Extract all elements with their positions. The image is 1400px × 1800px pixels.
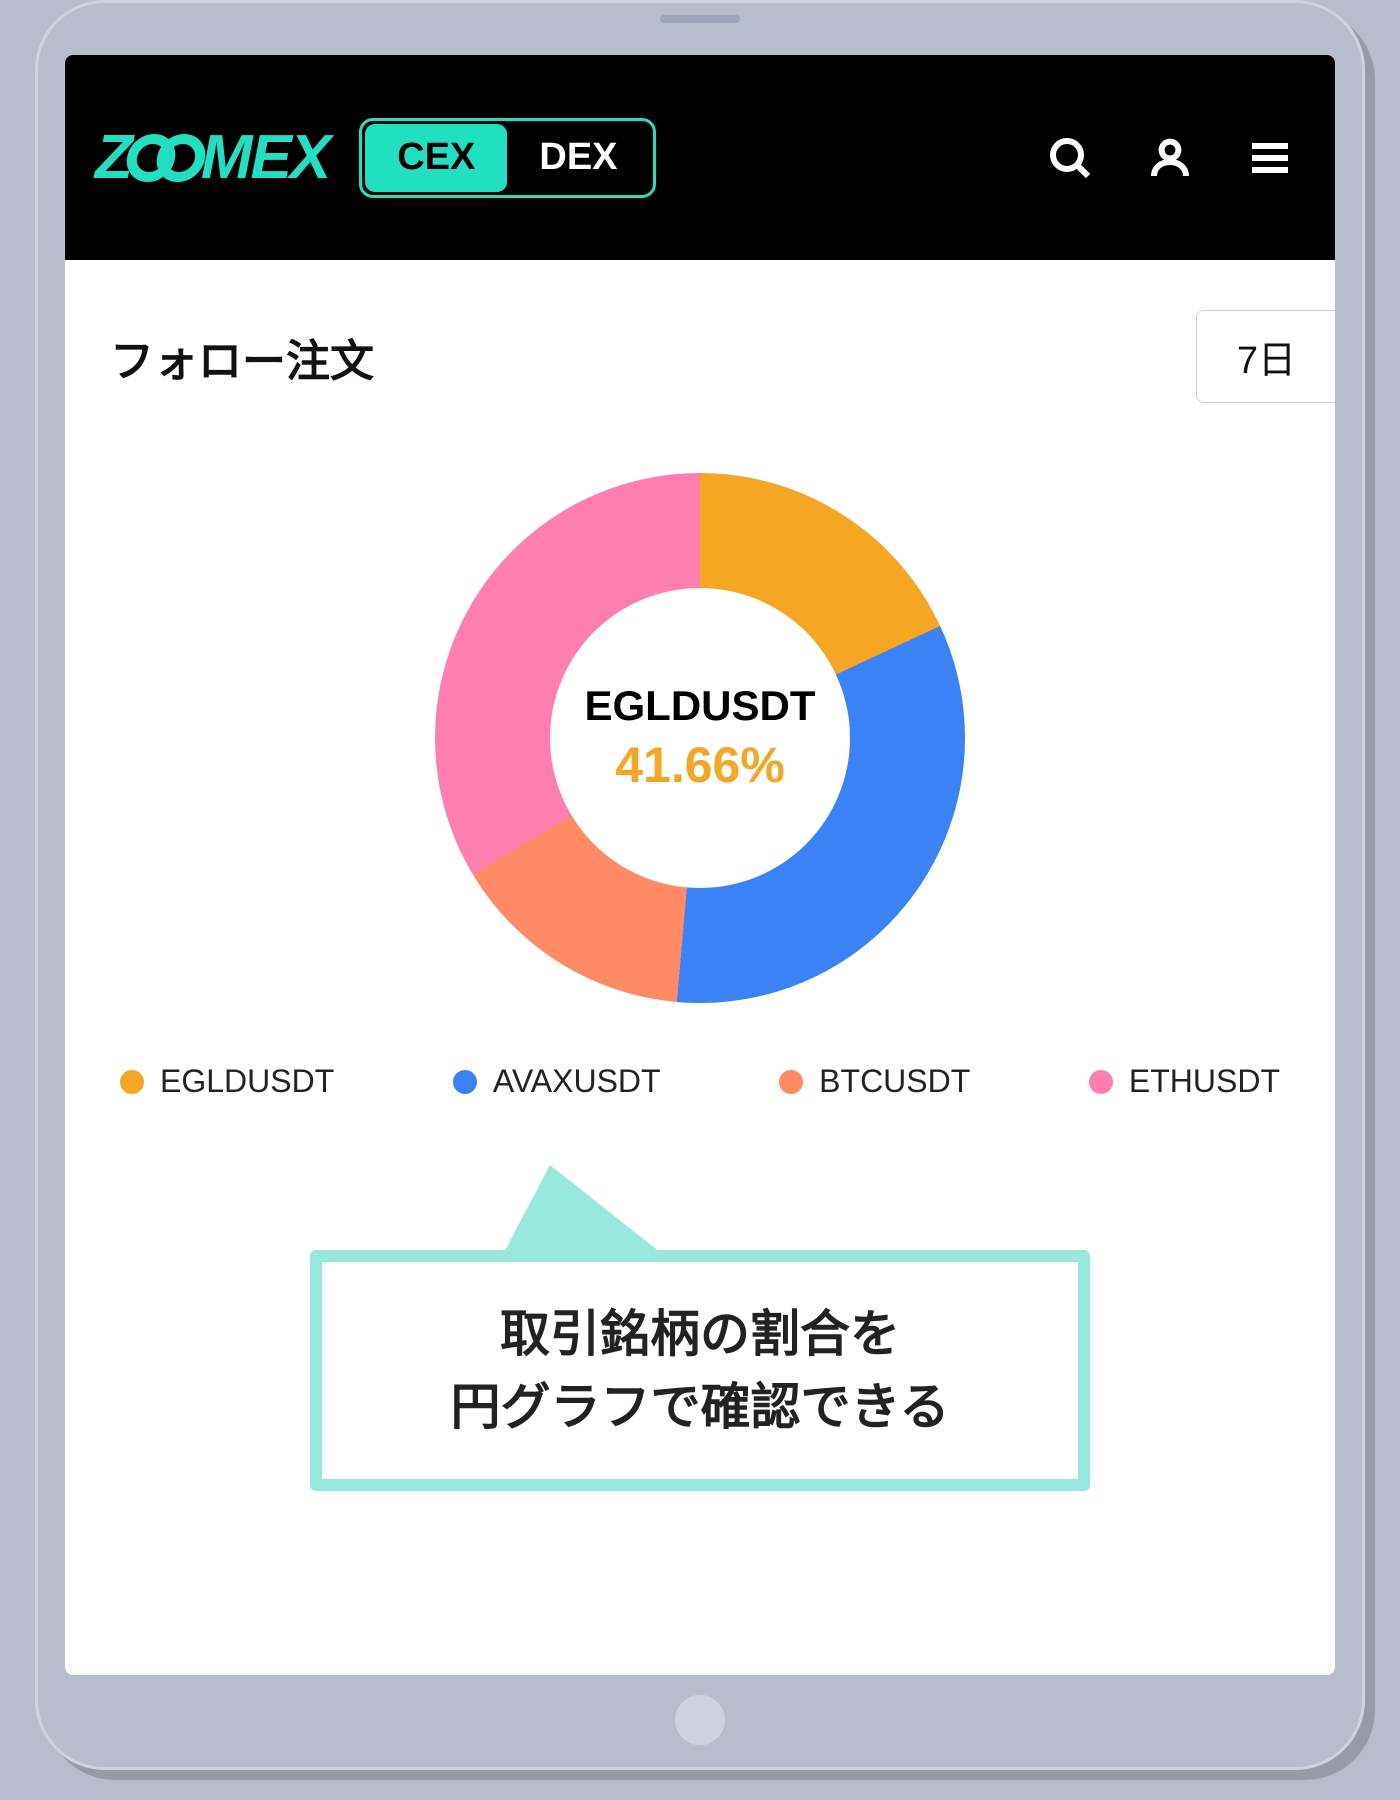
section-title: フォロー注文 xyxy=(110,325,374,389)
menu-icon[interactable] xyxy=(1235,123,1305,193)
toggle-dex[interactable]: DEX xyxy=(507,124,649,192)
brand-logo[interactable]: Z MEX xyxy=(95,122,329,193)
legend-label: BTCUSDT xyxy=(819,1063,970,1100)
annotation-callout: 取引銘柄の割合を 円グラフで確認できる xyxy=(310,1250,1090,1491)
allocation-donut-chart: EGLDUSDT 41.66% xyxy=(435,473,965,1003)
section-header: フォロー注文 7日 xyxy=(110,310,1290,403)
logo-oo-icon xyxy=(127,134,205,182)
date-range-selector[interactable]: 7日 xyxy=(1196,310,1335,403)
legend-item: AVAXUSDT xyxy=(453,1063,661,1100)
search-icon[interactable] xyxy=(1035,123,1105,193)
callout-line2: 円グラフで確認できる xyxy=(451,1379,950,1435)
app-header: Z MEX CEX DEX xyxy=(65,55,1335,260)
exchange-toggle[interactable]: CEX DEX xyxy=(359,118,655,198)
legend-item: BTCUSDT xyxy=(779,1063,970,1100)
legend-dot-icon xyxy=(120,1070,144,1094)
legend-label: EGLDUSDT xyxy=(160,1063,334,1100)
legend-item: EGLDUSDT xyxy=(120,1063,334,1100)
tablet-frame: Z MEX CEX DEX フォロー注文 7日 xyxy=(35,0,1365,1770)
callout-text: 取引銘柄の割合を 円グラフで確認できる xyxy=(310,1250,1090,1491)
legend-label: ETHUSDT xyxy=(1129,1063,1280,1100)
callout-line1: 取引銘柄の割合を xyxy=(500,1306,900,1362)
donut-center-value: 41.66% xyxy=(615,736,785,794)
donut-center-label: EGLDUSDT xyxy=(585,682,816,730)
account-icon[interactable] xyxy=(1135,123,1205,193)
tablet-home-button[interactable] xyxy=(675,1695,725,1745)
legend-item: ETHUSDT xyxy=(1089,1063,1280,1100)
toggle-cex[interactable]: CEX xyxy=(365,124,507,192)
legend-dot-icon xyxy=(453,1070,477,1094)
legend-dot-icon xyxy=(779,1070,803,1094)
legend-dot-icon xyxy=(1089,1070,1113,1094)
app-screen: Z MEX CEX DEX フォロー注文 7日 xyxy=(65,55,1335,1675)
legend-label: AVAXUSDT xyxy=(493,1063,661,1100)
donut-center: EGLDUSDT 41.66% xyxy=(550,588,850,888)
callout-arrow-icon xyxy=(500,1165,670,1260)
content-area: フォロー注文 7日 EGLDUSDT 41.66% EGLDUSDT AVAXUS… xyxy=(65,260,1335,1100)
tablet-speaker xyxy=(660,15,740,23)
chart-legend: EGLDUSDT AVAXUSDT BTCUSDT ETHUSDT xyxy=(110,1063,1290,1100)
